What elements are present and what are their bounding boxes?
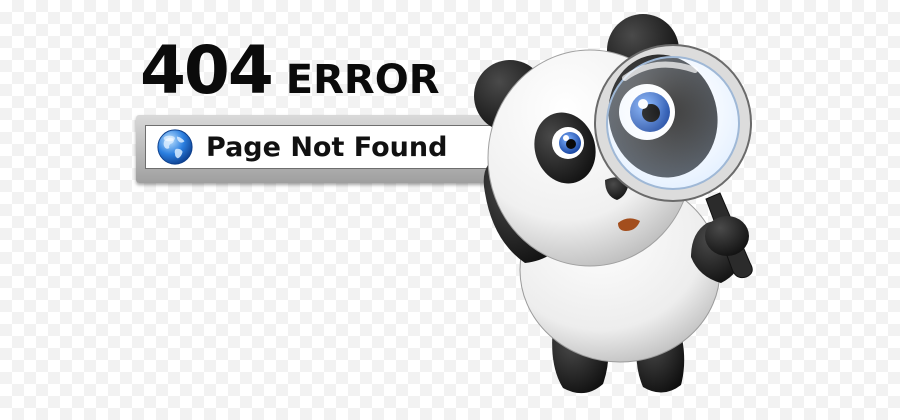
error-word: ERROR: [285, 57, 440, 103]
page-not-found-text: Page Not Found: [206, 131, 448, 163]
address-bar: Page Not Found: [136, 115, 508, 183]
panda-paw: [705, 216, 749, 256]
address-field[interactable]: Page Not Found: [145, 125, 508, 169]
error-code: 404: [140, 32, 274, 109]
globe-icon: [157, 129, 193, 165]
panda-mascot: [474, 14, 753, 394]
error-heading: 404 ERROR: [140, 38, 440, 104]
